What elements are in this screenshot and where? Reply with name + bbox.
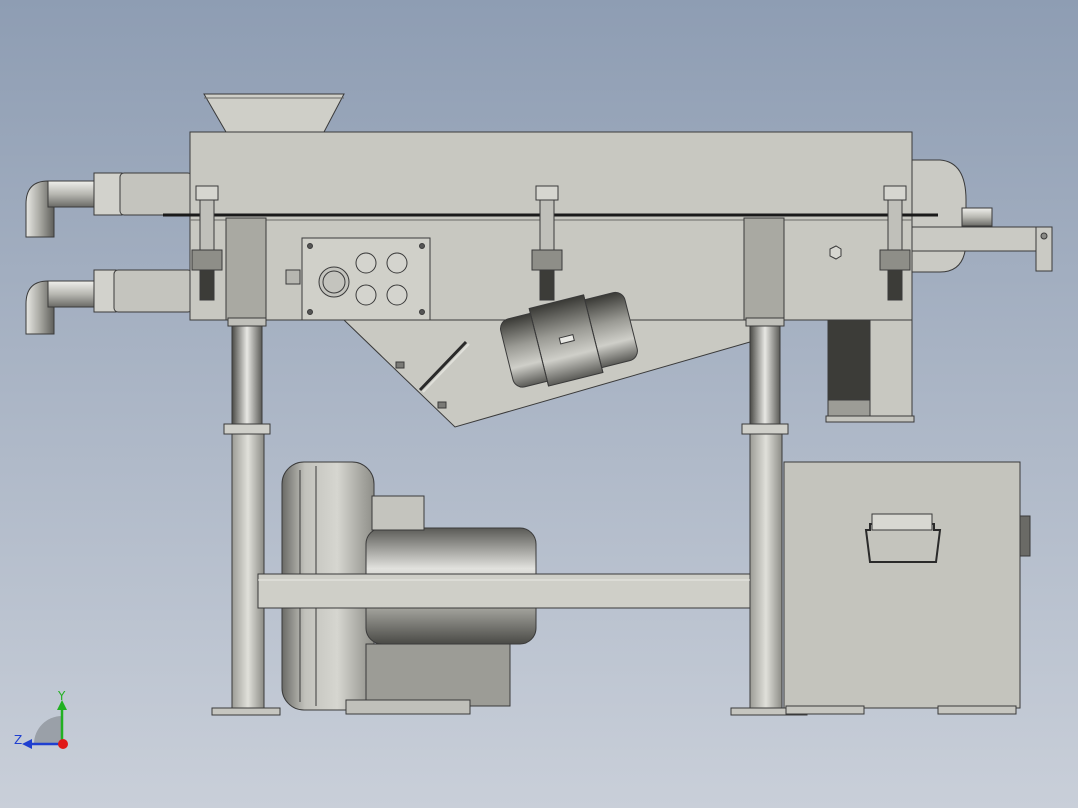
leg-left <box>231 433 265 709</box>
left-column <box>225 217 267 321</box>
cad-viewport[interactable]: Y Z <box>0 0 1078 808</box>
foot-left <box>211 707 281 716</box>
feed-hopper <box>203 93 345 133</box>
axis-y-label: Y <box>57 689 66 703</box>
discharge-chute <box>825 319 915 423</box>
control-panel <box>285 237 431 321</box>
right-column <box>743 217 785 321</box>
leg-right <box>749 433 783 709</box>
hex-bolt <box>829 245 842 260</box>
cross-beam <box>257 573 751 609</box>
model-drawing: Y Z <box>0 0 1078 808</box>
axis-z-label: Z <box>14 733 22 747</box>
collection-box <box>783 461 1031 715</box>
